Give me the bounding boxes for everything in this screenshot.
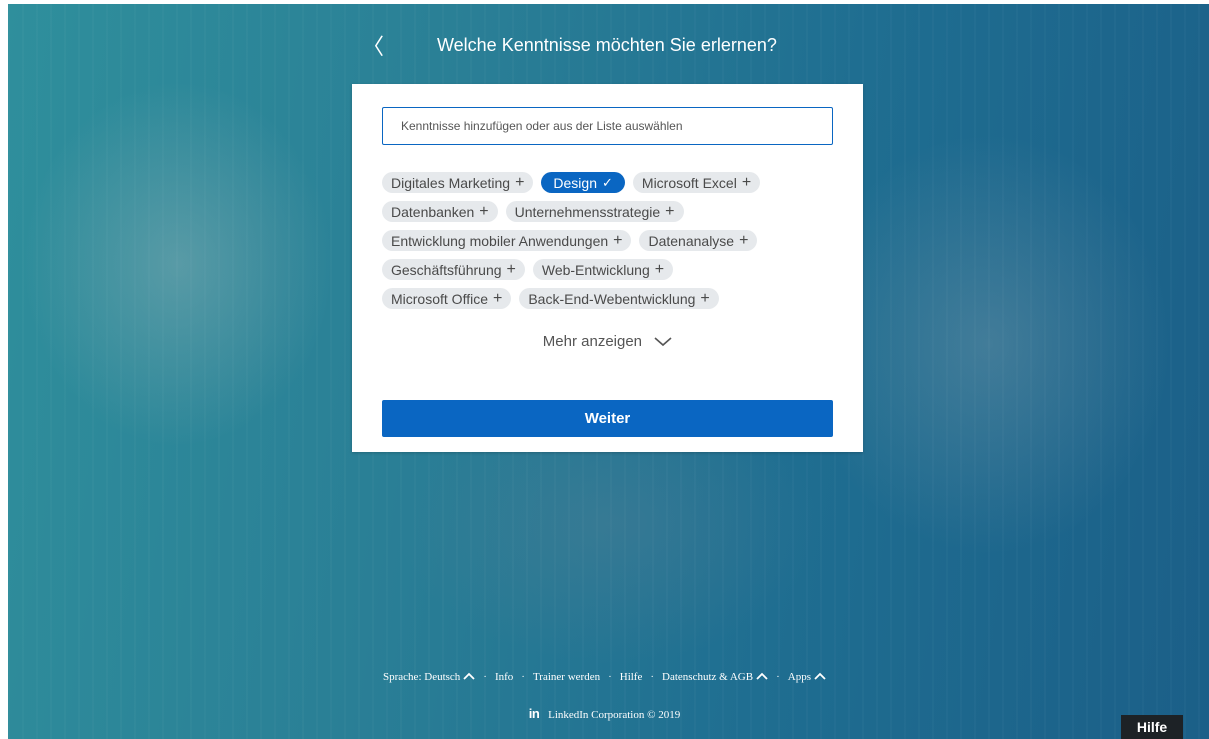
footer-link[interactable]: Datenschutz & AGB xyxy=(662,671,768,683)
skill-chip[interactable]: Web-Entwicklung + xyxy=(532,259,674,280)
footer-link[interactable]: Sprache: Deutsch xyxy=(383,671,475,683)
chevron-down-icon xyxy=(654,337,672,347)
skill-chip-label: Entwicklung mobiler Anwendungen xyxy=(391,232,609,249)
skill-chip[interactable]: Entwicklung mobiler Anwendungen + xyxy=(382,230,632,251)
show-more-button[interactable]: Mehr anzeigen xyxy=(352,333,863,350)
skill-chip-row: Digitales Marketing + Design ✓ Microsoft Exc… xyxy=(382,172,833,193)
footer-link-label: Info xyxy=(494,671,514,683)
footer-separator: · xyxy=(521,671,525,683)
footer-link-label: Apps xyxy=(787,671,811,683)
skill-chip-label: Unternehmensstrategie xyxy=(514,203,661,220)
plus-icon: + xyxy=(515,173,525,191)
skill-chip[interactable]: Design ✓ xyxy=(541,172,625,193)
skills-card: Digitales Marketing+Design✓Microsoft Exc… xyxy=(352,84,863,452)
skill-chip-label: Microsoft Office xyxy=(391,290,488,307)
linkedin-logo-icon: in xyxy=(528,706,540,721)
skill-chip[interactable]: Back-End-Webentwicklung + xyxy=(519,288,719,309)
skill-chip-list: Digitales Marketing + Design ✓ Microsoft Exc… xyxy=(382,172,833,317)
footer-separator: · xyxy=(650,671,655,683)
footer-link[interactable]: Info xyxy=(495,671,513,683)
skill-chip[interactable]: Datenbanken + xyxy=(382,201,498,222)
skill-chip[interactable]: Geschäftsführung + xyxy=(382,259,525,280)
plus-icon: + xyxy=(741,173,752,191)
skill-chip-row: Datenbanken + Unternehmensstrategie + xyxy=(382,201,833,222)
help-button[interactable]: Hilfe xyxy=(1121,715,1183,739)
footer-link-label: Datenschutz & AGB xyxy=(662,671,754,683)
page-header: 〈 Welche Kenntnisse möchten Sie erlernen… xyxy=(0,33,1209,59)
skill-chip[interactable]: Digitales Marketing + xyxy=(382,172,534,193)
skill-chip-row: Entwicklung mobiler Anwendungen + Datenana… xyxy=(382,230,833,251)
plus-icon: + xyxy=(739,231,749,249)
skill-chip[interactable]: Microsoft Excel + xyxy=(632,172,761,193)
skill-chip[interactable]: Unternehmensstrategie + xyxy=(505,201,684,222)
plus-icon: + xyxy=(613,231,623,249)
page-title: Welche Kenntnisse möchten Sie erlernen? xyxy=(437,35,777,55)
skill-chip-label: Datenbanken xyxy=(391,203,475,220)
plus-icon: + xyxy=(493,289,503,307)
skill-chip-label: Microsoft Excel xyxy=(641,174,737,191)
footer-separator: · xyxy=(776,671,780,683)
copyright-text: LinkedIn Corporation © 2019 xyxy=(548,709,681,721)
skill-chip[interactable]: Microsoft Office + xyxy=(382,288,512,309)
skill-chip-label: Design xyxy=(553,174,597,191)
skills-search-input[interactable] xyxy=(382,107,833,145)
footer-link[interactable]: Hilfe xyxy=(620,671,643,683)
plus-icon: + xyxy=(665,202,675,220)
footer-link-label: Trainer werden xyxy=(532,671,601,683)
show-more-label: Mehr anzeigen xyxy=(542,333,643,350)
chevron-up-icon xyxy=(756,672,768,683)
skill-chip[interactable]: Datenanalyse + xyxy=(639,230,758,251)
continue-button[interactable]: Weiter xyxy=(382,400,833,437)
copyright: in LinkedIn Corporation © 2019 xyxy=(0,706,1209,721)
skill-chip-label: Web-Entwicklung xyxy=(541,261,650,278)
footer-separator: · xyxy=(483,671,487,683)
footer-link[interactable]: Trainer werden xyxy=(533,671,600,683)
checkmark-icon: ✓ xyxy=(602,174,613,190)
footer-separator: · xyxy=(608,671,612,683)
plus-icon: + xyxy=(654,260,665,278)
chevron-up-icon xyxy=(814,672,826,683)
skill-chip-label: Geschäftsführung xyxy=(391,261,502,278)
plus-icon: + xyxy=(506,260,516,278)
skill-chip-row: Geschäftsführung + Web-Entwicklung + xyxy=(382,259,833,280)
skill-chip-label: Digitales Marketing xyxy=(391,174,511,191)
plus-icon: + xyxy=(479,202,489,220)
footer-link[interactable]: Apps xyxy=(788,671,826,683)
skill-chip-label: Back-End-Webentwicklung xyxy=(528,290,696,307)
footer-link-label: Hilfe xyxy=(619,671,643,683)
footer-link-label: Sprache: Deutsch xyxy=(383,671,461,683)
chevron-up-icon xyxy=(463,672,475,683)
footer-links: Sprache: Deutsch · Info · Trainer werden · Hil… xyxy=(0,671,1209,683)
skill-chip-label: Datenanalyse xyxy=(648,232,735,249)
plus-icon: + xyxy=(700,289,710,307)
back-chevron-icon[interactable]: 〈 xyxy=(362,35,384,59)
skill-chip-row: Microsoft Office + Back-End-Webentwicklung… xyxy=(382,288,833,309)
